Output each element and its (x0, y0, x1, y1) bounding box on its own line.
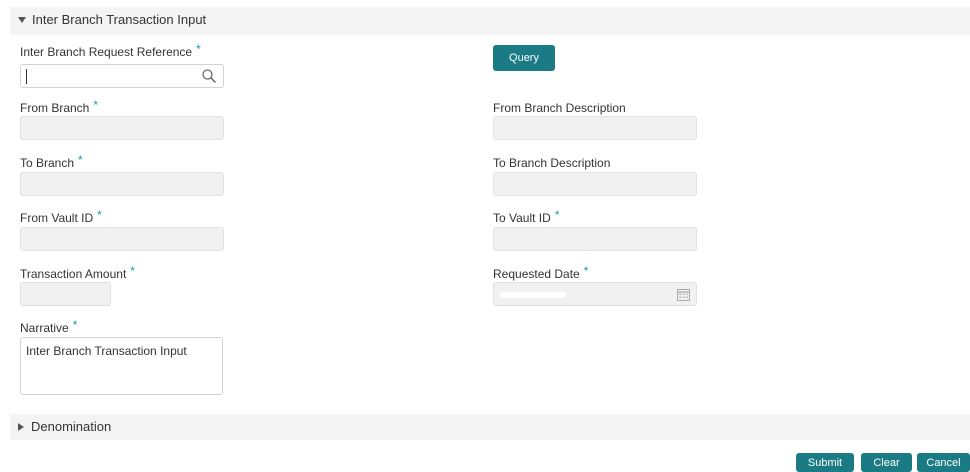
requested-date-label-text: Requested Date (493, 267, 580, 281)
from-branch-desc-field (493, 116, 697, 140)
form-body: Inter Branch Request Reference * Query Fr… (10, 35, 970, 407)
denomination-title: Denomination (31, 419, 112, 434)
requested-date-field[interactable] (493, 282, 697, 306)
to-vault-label: To Vault ID * (493, 208, 560, 225)
cancel-button[interactable]: Cancel (917, 453, 970, 472)
requested-date-label: Requested Date * (493, 264, 589, 281)
calendar-icon[interactable] (677, 288, 690, 301)
from-vault-field[interactable] (20, 227, 224, 251)
to-branch-desc-label: To Branch Description (493, 156, 611, 170)
triangle-right-icon[interactable] (18, 422, 24, 431)
to-branch-label: To Branch * (20, 153, 83, 170)
required-marker: * (130, 264, 135, 278)
triangle-down-icon[interactable] (18, 16, 26, 23)
to-branch-label-text: To Branch (20, 156, 75, 170)
narrative-label: Narrative * (20, 318, 78, 335)
from-vault-label-text: From Vault ID (20, 211, 94, 225)
section-header-denomination[interactable]: Denomination (10, 414, 970, 440)
from-branch-label: From Branch * (20, 98, 99, 115)
date-value (500, 292, 566, 298)
to-vault-field[interactable] (493, 227, 697, 251)
submit-button[interactable]: Submit (796, 453, 854, 472)
request-reference-label-text: Inter Branch Request Reference (20, 45, 193, 59)
clear-button[interactable]: Clear (861, 453, 912, 472)
search-icon[interactable] (201, 68, 217, 84)
section-header-inter-branch[interactable]: Inter Branch Transaction Input (10, 7, 970, 34)
to-vault-label-text: To Vault ID (493, 211, 551, 225)
to-branch-desc-field (493, 172, 697, 196)
required-marker: * (93, 98, 99, 112)
request-reference-input[interactable] (20, 64, 224, 88)
required-marker: * (72, 318, 78, 332)
txn-amount-label-text: Transaction Amount (20, 267, 127, 281)
narrative-label-text: Narrative (20, 321, 69, 335)
narrative-textarea[interactable]: Inter Branch Transaction Input (20, 337, 223, 395)
to-branch-field[interactable] (20, 172, 224, 196)
section-title: Inter Branch Transaction Input (32, 12, 207, 27)
from-vault-label: From Vault ID * (20, 208, 102, 225)
text-cursor (26, 69, 27, 84)
from-branch-field[interactable] (20, 116, 224, 140)
request-reference-label: Inter Branch Request Reference * (20, 42, 201, 59)
required-marker: * (583, 264, 589, 278)
required-marker: * (196, 42, 201, 56)
query-button[interactable]: Query (493, 45, 555, 71)
required-marker: * (554, 208, 560, 222)
from-branch-desc-label: From Branch Description (493, 101, 626, 115)
required-marker: * (97, 208, 102, 222)
txn-amount-field[interactable] (20, 282, 111, 306)
required-marker: * (78, 153, 83, 167)
txn-amount-label: Transaction Amount * (20, 264, 135, 281)
denomination-panel: Denomination (10, 414, 970, 440)
inter-branch-transaction-panel: Inter Branch Transaction Input Inter Bra… (10, 7, 970, 407)
from-branch-label-text: From Branch (20, 101, 90, 115)
